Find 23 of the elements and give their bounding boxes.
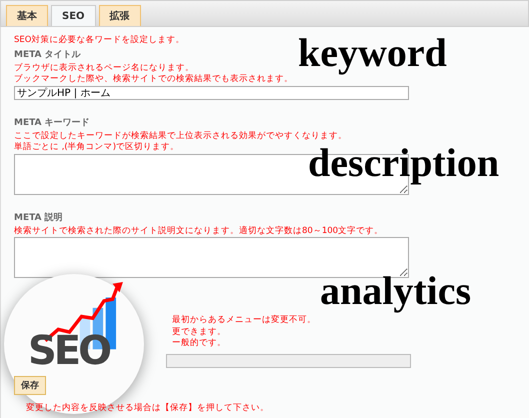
input-field[interactable]: サンプルHP | ホーム	[14, 86, 409, 100]
tab[interactable]: 拡張	[98, 5, 141, 26]
footer-note: 変更した内容を反映させる場合は【保存】を押して下さい。	[26, 402, 270, 414]
tab[interactable]: 基本	[6, 5, 48, 26]
help-text: 最初からあるメニューは変更不可。	[172, 315, 317, 326]
overlay-word: description	[308, 140, 500, 186]
logo-text: SEO	[28, 328, 110, 374]
help-text: ここで設定したキーワードが検索結果で上位表示される効果がでやすくなります。	[14, 130, 348, 142]
overlay-word: analytics	[320, 268, 472, 314]
url-field[interactable]	[166, 354, 411, 368]
tab[interactable]: SEO	[51, 5, 96, 26]
help-text: 単語ごとに ,(半角コンマ)で区切ります。	[14, 142, 180, 154]
field-label: META キーワード	[14, 116, 91, 128]
help-text: 更できます。	[172, 326, 227, 338]
intro-text: SEO対策に必要な各ワードを設定します。	[14, 35, 186, 46]
help-text: ブラウザに表示されるページ名になります。	[14, 62, 195, 74]
help-text: 検索サイトで検索された際のサイト説明文になります。適切な文字数は80～100文字です。	[14, 226, 384, 237]
overlay-word: keyword	[298, 30, 447, 76]
help-text: ブックマークした際や、検索サイトでの検索結果でも表示されます。	[14, 74, 294, 86]
save-button[interactable]: 保存	[14, 376, 46, 394]
help-text: ー般的です。	[172, 338, 227, 350]
field-label: META 説明	[14, 212, 64, 224]
field-label: META タイトル	[14, 48, 82, 60]
